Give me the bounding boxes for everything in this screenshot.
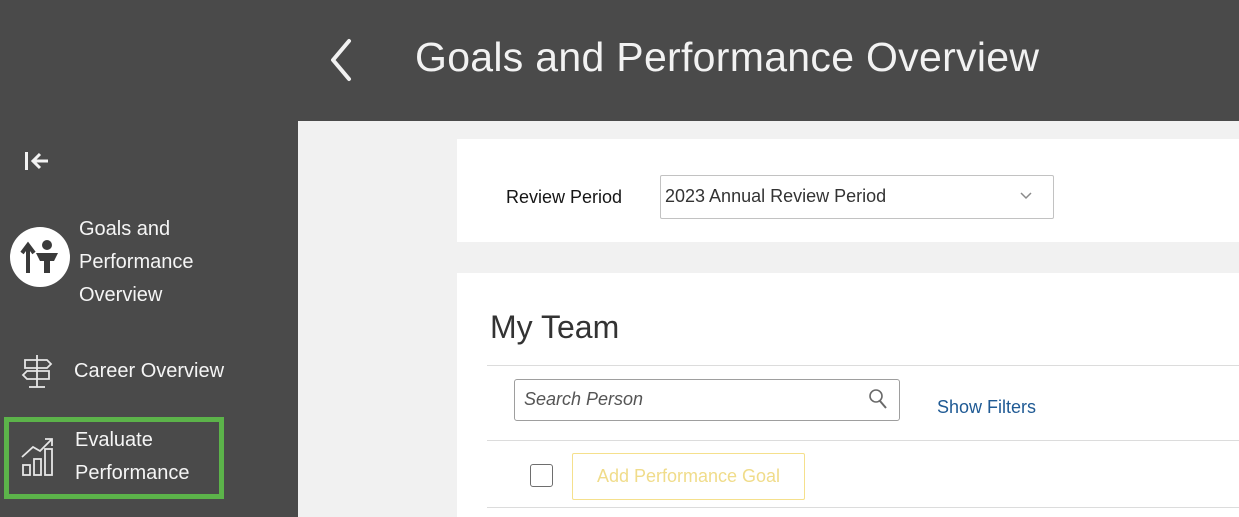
main-content: Review Period 2023 Annual Review Period … [298, 121, 1239, 517]
divider [487, 440, 1239, 441]
sidebar-item-label: Evaluate Performance [75, 429, 190, 484]
collapse-left-icon [25, 152, 48, 170]
review-period-card: Review Period 2023 Annual Review Period [457, 139, 1239, 242]
select-all-checkbox[interactable] [530, 464, 553, 487]
search-person-input[interactable]: Search Person [514, 379, 900, 421]
back-button[interactable] [318, 30, 364, 90]
review-period-label: Review Period [506, 187, 623, 207]
search-icon[interactable] [867, 387, 889, 411]
sidebar: Goals and Performance Overview Career Ov… [0, 121, 298, 517]
add-performance-goal-label: Add Performance Goal [596, 466, 781, 486]
top-header: Goals and Performance Overview [0, 0, 1239, 121]
page-title: Goals and Performance Overview [415, 34, 1040, 80]
signpost-icon [21, 355, 53, 388]
sidebar-item-evaluate-performance[interactable]: Evaluate Performance [0, 417, 298, 499]
sidebar-item-goals-performance-overview[interactable]: Goals and Performance Overview [0, 213, 298, 313]
chevron-down-icon [1020, 192, 1032, 200]
section-title: My Team [490, 309, 620, 345]
goals-performance-icon [10, 227, 70, 287]
my-team-card: My Team Search Person Show Filters Add P… [457, 273, 1239, 517]
review-period-select[interactable]: 2023 Annual Review Period [660, 175, 1054, 219]
sidebar-item-label: Career Overview [74, 360, 225, 382]
sidebar-item-label: Goals and Performance Overview [79, 218, 194, 306]
collapse-sidebar-button[interactable] [22, 149, 52, 173]
divider [487, 365, 1239, 366]
search-placeholder: Search Person [524, 389, 644, 409]
chevron-left-icon [331, 39, 351, 81]
review-period-value: 2023 Annual Review Period [665, 186, 887, 206]
growth-chart-icon [21, 438, 53, 476]
show-filters-link[interactable]: Show Filters [937, 397, 1036, 418]
divider [487, 507, 1239, 508]
add-performance-goal-button[interactable]: Add Performance Goal [572, 453, 805, 500]
sidebar-item-career-overview[interactable]: Career Overview [0, 349, 298, 393]
